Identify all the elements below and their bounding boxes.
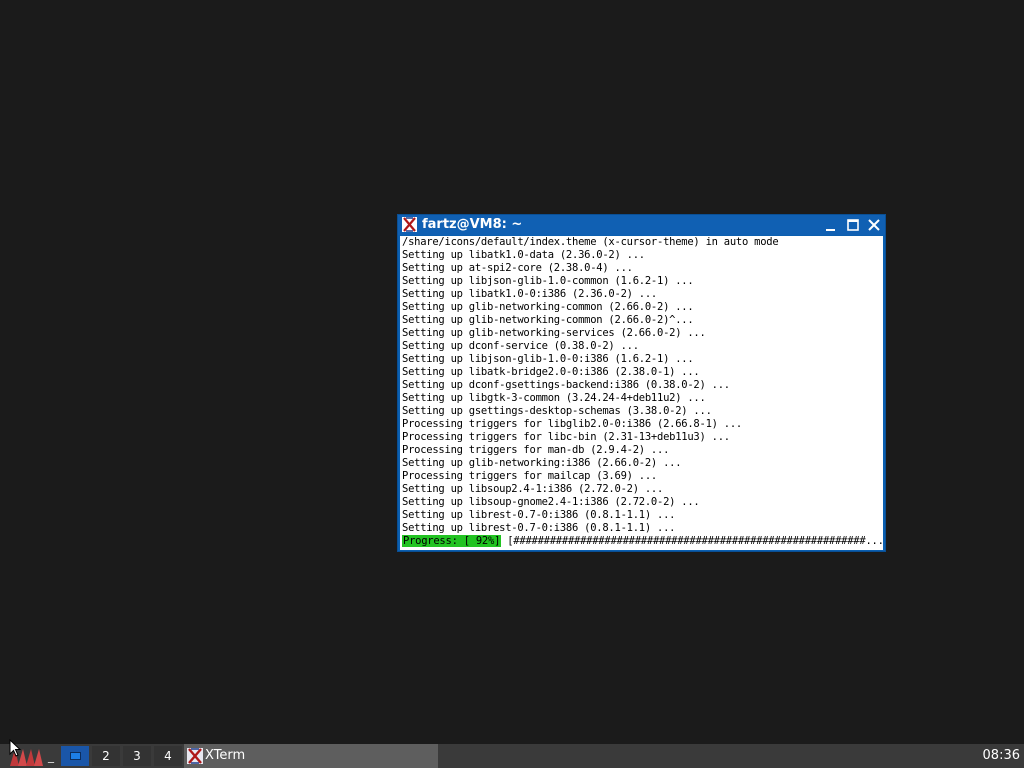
- terminal-line: Processing triggers for libglib2.0-0:i38…: [402, 418, 743, 430]
- terminal-line: Setting up dconf-gsettings-backend:i386 …: [402, 379, 730, 391]
- taskbar-item-label: XTerm: [205, 748, 246, 763]
- terminal-line: /share/icons/default/index.theme (x-curs…: [402, 236, 779, 248]
- terminal-line: Processing triggers for libc-bin (2.31-1…: [402, 431, 730, 443]
- show-desktop-button[interactable]: _: [44, 746, 58, 766]
- terminal-line: Setting up libatk-bridge2.0-0:i386 (2.38…: [402, 366, 700, 378]
- terminal-line: Setting up libsoup2.4-1:i386 (2.72.0-2) …: [402, 483, 664, 495]
- terminal-line: Processing triggers for mailcap (3.69) .…: [402, 470, 658, 482]
- maximize-icon[interactable]: [845, 217, 861, 233]
- xterm-window[interactable]: fartz@VM8: ~ /share/icons/default/index.…: [397, 214, 886, 552]
- workspace-1-button[interactable]: [61, 746, 89, 766]
- terminal-line: Setting up libjson-glib-1.0-0:i386 (1.6.…: [402, 353, 694, 365]
- clock[interactable]: 08:36: [983, 744, 1020, 768]
- terminal-line: Setting up librest-0.7-0:i386 (0.8.1-1.1…: [402, 509, 676, 521]
- workspace-window-icon: [70, 752, 81, 760]
- terminal-line: Processing triggers for man-db (2.9.4-2)…: [402, 444, 670, 456]
- terminal-lines: /share/icons/default/index.theme (x-curs…: [402, 236, 779, 535]
- terminal-output[interactable]: /share/icons/default/index.theme (x-curs…: [400, 236, 883, 550]
- window-titlebar[interactable]: fartz@VM8: ~: [398, 215, 885, 235]
- terminal-line: Setting up glib-networking:i386 (2.66.0-…: [402, 457, 682, 469]
- terminal-line: Setting up libatk1.0-data (2.36.0-2) ...: [402, 249, 645, 261]
- mouse-pointer-icon: [9, 739, 21, 757]
- terminal-line: Setting up glib-networking-services (2.6…: [402, 327, 706, 339]
- workspace-3-button[interactable]: 3: [123, 746, 151, 766]
- terminal-line: Setting up gsettings-desktop-schemas (3.…: [402, 405, 712, 417]
- xterm-icon: [402, 217, 417, 232]
- terminal-line: Setting up libatk1.0-0:i386 (2.36.0-2) .…: [402, 288, 658, 300]
- taskbar-item-xterm[interactable]: XTerm: [184, 744, 438, 768]
- progress-label: Progress: [ 92%]: [402, 535, 502, 547]
- xterm-icon: [187, 748, 203, 764]
- terminal-line: Setting up dconf-service (0.38.0-2) ...: [402, 340, 639, 352]
- terminal-line: Setting up librest-0.7-0:i386 (0.8.1-1.1…: [402, 522, 676, 534]
- workspace-2-button[interactable]: 2: [92, 746, 120, 766]
- terminal-line: Setting up libsoup-gnome2.4-1:i386 (2.72…: [402, 496, 700, 508]
- terminal-line: Setting up at-spi2-core (2.38.0-4) ...: [402, 262, 633, 274]
- terminal-line: Setting up glib-networking-common (2.66.…: [402, 301, 694, 313]
- minimize-icon[interactable]: [823, 217, 839, 233]
- taskbar: _ 2 3 4 XTerm 08:36: [0, 744, 1024, 768]
- terminal-line: Setting up glib-networking-common (2.66.…: [402, 314, 694, 326]
- terminal-line: Setting up libjson-glib-1.0-common (1.6.…: [402, 275, 694, 287]
- workspace-4-button[interactable]: 4: [154, 746, 182, 766]
- close-icon[interactable]: [866, 217, 882, 233]
- window-title: fartz@VM8: ~: [422, 217, 523, 232]
- apt-progress: Progress: [ 92%] [######################…: [402, 535, 883, 548]
- progress-bar: [#######################################…: [501, 535, 883, 547]
- terminal-line: Setting up libgtk-3-common (3.24.24-4+de…: [402, 392, 706, 404]
